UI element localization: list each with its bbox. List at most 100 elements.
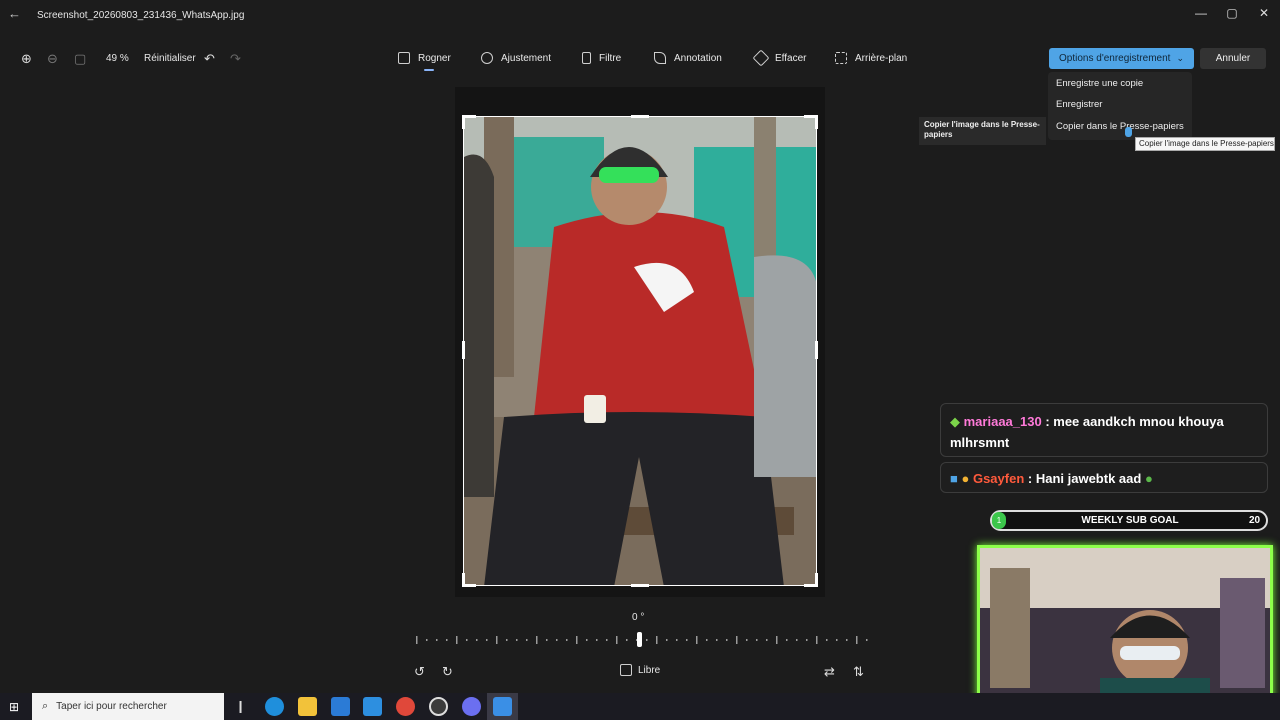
ruler-tick [856,636,858,644]
store-icon[interactable] [331,697,350,716]
crop-handle-bottom[interactable] [631,584,649,587]
ruler-tick [796,639,798,641]
ruler-tick [436,639,438,641]
crop-image[interactable] [463,116,817,586]
pen-icon [654,52,666,64]
zoom-in-icon[interactable]: ⊕ [21,51,32,67]
close-button[interactable]: ✕ [1249,6,1279,26]
ruler-tick [806,639,808,641]
chat-separator: : [1024,471,1036,486]
menu-item-save[interactable]: Enregistrer [1056,99,1102,110]
tab-annotation[interactable]: Annotation [654,52,722,64]
background-icon [835,52,847,64]
sub-goal-current: 1 [992,512,1006,529]
chat-badge-icon: ◆ [950,414,960,429]
save-options-button[interactable]: Options d'enregistrement ⌄ [1049,48,1194,69]
back-arrow-icon[interactable]: ← [8,6,24,26]
webcam-feed [977,545,1273,713]
cancel-button[interactable]: Annuler [1200,48,1266,69]
obs-icon[interactable] [429,697,448,716]
rotate-right-icon[interactable]: ↻ [442,664,453,680]
ruler-tick [626,639,628,641]
zoom-out-icon[interactable]: ⊖ [47,51,58,67]
rotation-angle: 0 ° [632,612,645,623]
ruler-tick [576,636,578,644]
rotate-left-icon[interactable]: ↺ [414,664,425,680]
crop-icon [398,52,410,64]
ruler-tick [606,639,608,641]
crop-handle-bottom-left[interactable] [462,573,465,587]
sub-goal-target: 20 [1249,515,1261,526]
ruler-tick [516,639,518,641]
ruler-tick [616,636,618,644]
crop-handle-top[interactable] [631,115,649,118]
menu-item-save-copy[interactable]: Enregistre une copie [1056,78,1143,89]
ruler-tick [536,636,538,644]
tab-label: Annotation [674,52,722,64]
task-view-icon[interactable]: ❙ [231,697,250,716]
brightness-icon [481,52,493,64]
crop-handle-left[interactable] [462,341,465,359]
tab-ajustement[interactable]: Ajustement [481,52,551,64]
ruler-tick [836,639,838,641]
ruler-tick [786,639,788,641]
ruler-tick [776,636,778,644]
ruler-tick [746,639,748,641]
crop-handle-right[interactable] [815,341,818,359]
tab-effacer[interactable]: Effacer [752,49,807,67]
tab-label: Ajustement [501,52,552,64]
cursor-icon [1125,127,1132,137]
tooltip-copy-right: Copier l'image dans le Presse-papiers [1135,137,1275,151]
edge-icon[interactable] [265,697,284,716]
taskbar-search[interactable]: ⌕ Taper ici pour rechercher [32,693,224,720]
title-bar: ← Screenshot_20260803_231436_WhatsApp.jp… [0,0,1280,32]
fit-icon[interactable]: ▢ [74,51,86,67]
undo-icon[interactable]: ↶ [204,51,215,67]
tab-rogner[interactable]: Rogner [398,52,451,64]
chat-badge-icon: ■ [950,471,958,486]
minimize-button[interactable]: — [1186,6,1216,26]
flip-vertical-icon[interactable]: ⇅ [853,664,864,680]
reset-button[interactable]: Réinitialiser [144,53,196,64]
eraser-icon [752,49,770,67]
mail-icon[interactable] [363,697,382,716]
ruler-tick [596,639,598,641]
webcam-illustration [980,548,1270,710]
windows-start-icon[interactable]: ⊞ [9,700,19,714]
menu-item-copy-clipboard[interactable]: Copier dans le Presse-papiers [1056,121,1184,132]
ruler-tick [506,639,508,641]
sub-goal-label: WEEKLY SUB GOAL [1081,515,1179,526]
tab-arriere-plan[interactable]: Arrière-plan [835,52,907,64]
crop-handle-bottom-right[interactable] [815,573,818,587]
tooltip-copy-left: Copier l'image dans le Presse-papiers [919,117,1046,145]
rotation-slider-thumb[interactable] [637,632,642,647]
ruler-tick [556,639,558,641]
ruler-tick [496,636,498,644]
ruler-tick [486,639,488,641]
flip-horizontal-icon[interactable]: ⇄ [824,664,835,680]
zoom-level[interactable]: 49 % [106,53,129,64]
ruler-tick [736,636,738,644]
photos-icon[interactable] [493,697,512,716]
discord-icon[interactable] [462,697,481,716]
chat-badge-icon: ● [961,471,970,486]
search-icon: ⌕ [42,700,49,712]
chat-username: mariaaa_130 [963,414,1042,429]
crop-handle-top-left[interactable] [462,115,465,129]
file-explorer-icon[interactable] [298,697,317,716]
ruler-tick [816,636,818,644]
ruler-tick [456,636,458,644]
maximize-button[interactable]: ▢ [1217,6,1247,26]
tab-label: Rogner [418,52,451,64]
chrome-icon[interactable] [396,697,415,716]
crop-handle-top-right[interactable] [815,115,818,129]
aspect-ratio-button[interactable]: Libre [620,664,660,676]
tab-filtre[interactable]: Filtre [582,52,621,64]
ruler-tick [466,639,468,641]
window-title: Screenshot_20260803_231436_WhatsApp.jpg [37,10,245,21]
redo-icon[interactable]: ↷ [230,51,241,67]
tab-label: Filtre [599,52,622,64]
ruler-tick [686,639,688,641]
photo-illustration [464,117,816,585]
tab-label: Effacer [775,52,807,64]
